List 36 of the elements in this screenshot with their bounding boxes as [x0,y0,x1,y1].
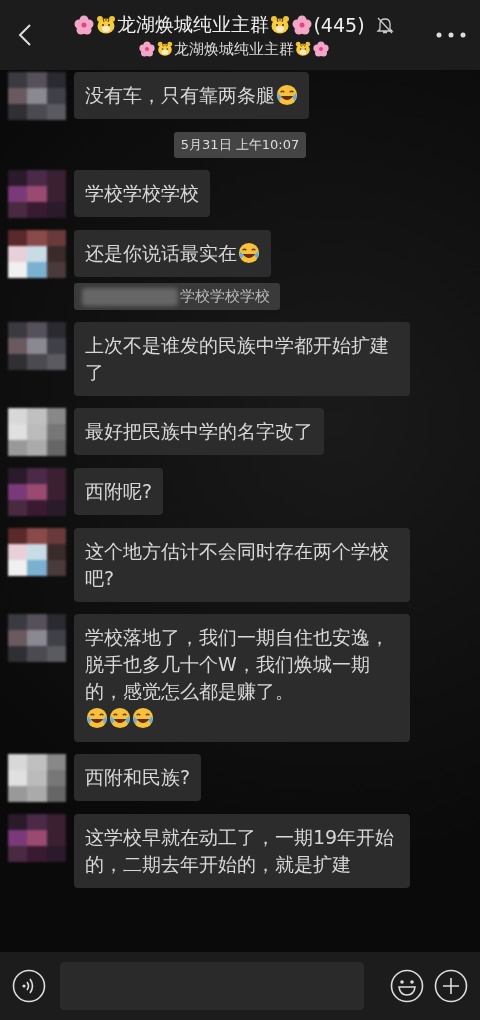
message-text: 这个地方估计不会同时存在两个学校吧? [85,540,389,589]
flower-icon [292,14,313,35]
laughing-face-icon [276,84,298,106]
laughing-face-icon [132,707,154,729]
message-text: 这学校早就在动工了，一期19年开始的，二期去年开始的，就是扩建 [85,826,395,875]
message-text: 西附呢? [85,480,153,502]
flower-icon [139,41,155,57]
tiger-icon [270,14,291,35]
back-icon[interactable] [18,23,32,47]
timestamp: 5月31日 上午10:07 [173,132,307,158]
chat-subtitle: 龙湖焕城纯业主群 [174,39,294,59]
more-icon[interactable] [436,32,466,38]
avatar[interactable] [8,528,66,576]
flower-icon [74,14,95,35]
tiger-icon [96,14,117,35]
avatar[interactable] [8,230,66,278]
message-text: 学校落地了，我们一期自住也安逸，脱手也多几十个W，我们焕城一期的，感觉怎么都是赚了。 [85,625,390,704]
message-text: 最好把民族中学的名字改了 [85,420,313,442]
tiger-icon [157,41,173,57]
flower-icon [313,41,329,57]
chat-title: (445) [313,13,365,36]
chat-title: 龙湖焕城纯业主群 [117,11,270,37]
tiger-icon [295,41,311,57]
voice-icon[interactable] [12,969,46,1003]
quoted-message[interactable]: 学校学校学校 [74,283,280,310]
plus-icon[interactable] [434,969,468,1003]
message-text: 上次不是谁发的民族中学都开始扩建了 [85,334,389,383]
laughing-face-icon [238,242,260,264]
message-text: 没有车，只有靠两条腿 [85,84,275,106]
message-text: 学校学校学校 [85,182,199,204]
message-text: 西附和民族? [85,766,191,788]
laughing-face-icon [109,707,131,729]
message-text: 还是你说话最实在 [85,242,237,264]
laughing-face-icon [86,707,108,729]
smiley-icon[interactable] [390,969,424,1003]
quote-text: 学校学校学校 [180,287,270,306]
